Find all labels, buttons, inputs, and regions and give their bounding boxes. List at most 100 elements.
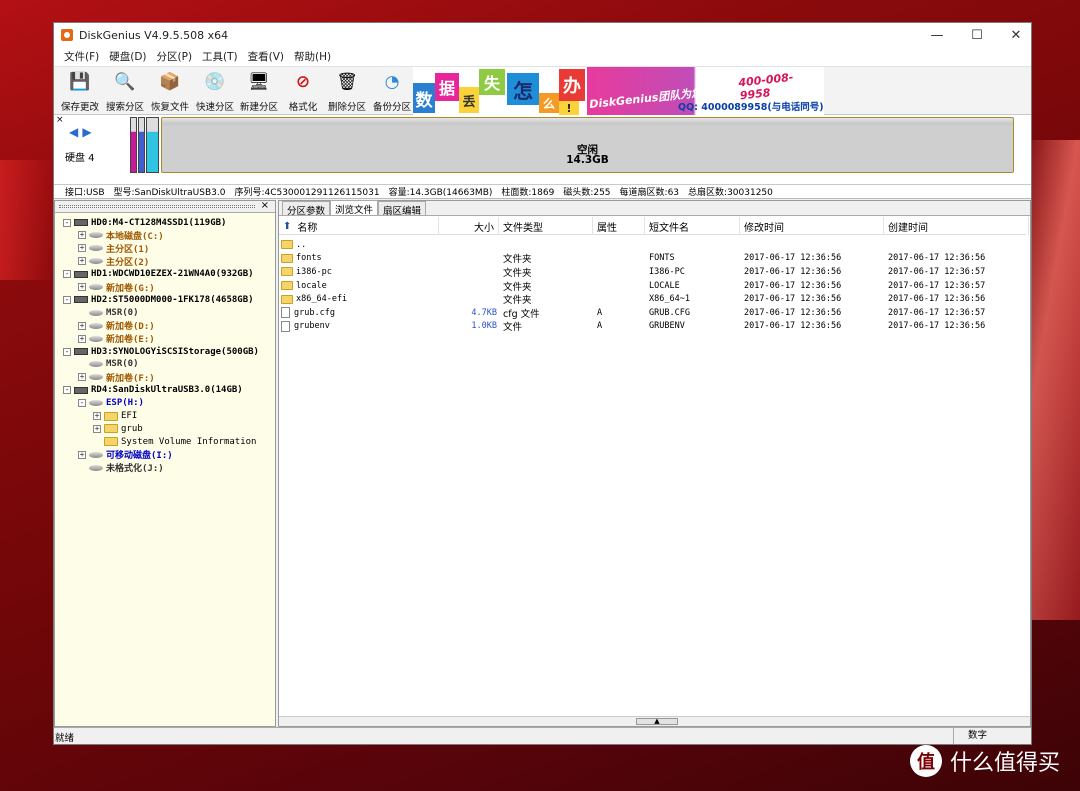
file-short-name [649, 238, 739, 252]
file-row[interactable]: x86_64-efi 文件夹 X86_64~1 2017-06-17 12:36:56… [279, 292, 1026, 306]
column-created[interactable]: 创建时间 [884, 217, 1029, 235]
column-type[interactable]: 文件类型 [499, 217, 593, 235]
menu-view[interactable]: 查看(V) [243, 49, 289, 64]
tree-node[interactable]: MSR(0) [78, 306, 139, 319]
expand-toggle-icon[interactable]: + [78, 373, 86, 382]
file-row[interactable]: .. [279, 238, 1026, 252]
tree-node[interactable]: System Volume Information [93, 435, 256, 448]
column-modified[interactable]: 修改时间 [740, 217, 884, 235]
tree-node[interactable]: + 可移动磁盘(I:) [78, 448, 173, 461]
expand-toggle-icon[interactable]: + [78, 283, 86, 291]
file-name-cell: fonts [281, 252, 439, 266]
file-row[interactable]: grub.cfg 4.7KB cfg 文件 A GRUB.CFG 2017-06-17 1… [279, 306, 1026, 320]
expand-toggle-icon[interactable]: + [78, 244, 86, 253]
expand-toggle-icon[interactable]: + [93, 424, 101, 433]
tree-close-icon[interactable]: × [261, 200, 269, 211]
tree-node[interactable]: - HD0:M4-CT128M4SSD1(119GB) [63, 216, 226, 229]
volume-icon [89, 400, 103, 407]
file-name: grubenv [294, 321, 330, 332]
horizontal-scrollbar[interactable]: ▲ [279, 716, 1030, 726]
tree-node[interactable]: 未格式化(J:) [78, 461, 164, 474]
disk-map-close-icon[interactable]: × [56, 115, 64, 125]
minimize-button[interactable]: — [916, 23, 958, 47]
menu-help[interactable]: 帮助(H) [289, 49, 336, 64]
file-row[interactable]: grubenv 1.0KB 文件 A GRUBENV 2017-06-17 12:36:5… [279, 320, 1026, 333]
banner-char-7: 办 [559, 69, 585, 101]
tree-node-label: 未格式化(J:) [106, 464, 164, 475]
quick-partition-button[interactable]: 💿 快速分区 [192, 69, 238, 114]
search-partition-button[interactable]: 🔍 搜索分区 [102, 69, 148, 114]
ad-banner[interactable]: 数 据 丢 失 怎 么 办 ! DiskGenius团队为您服务 400-008… [413, 67, 824, 115]
column-name[interactable]: ⬆ 名称 [279, 217, 439, 235]
column-attr[interactable]: 属性 [593, 217, 645, 235]
partition-bar-3[interactable] [146, 117, 159, 173]
hard-disk-icon [74, 348, 88, 355]
expand-toggle-icon[interactable]: - [63, 270, 71, 279]
partition-bar-1[interactable] [130, 117, 137, 173]
free-space-segment[interactable]: 空闲 14.3GB [161, 117, 1014, 173]
expand-toggle-icon[interactable]: + [78, 450, 86, 459]
file-row[interactable]: fonts 文件夹 FONTS 2017-06-17 12:36:56 2017-06-… [279, 252, 1026, 266]
info-total-sectors: 总扇区数:30031250 [688, 188, 773, 198]
diskgenius-window: DiskGenius V4.9.5.508 x64 — ☐ ✕ 文件(F) 硬盘… [53, 22, 1032, 745]
tree-node[interactable]: + 新加卷(E:) [78, 332, 155, 345]
file-name: fonts [296, 253, 322, 264]
file-row[interactable]: locale 文件夹 LOCALE 2017-06-17 12:36:56 2017-0… [279, 279, 1026, 293]
file-list-header: ⬆ 名称 大小 文件类型 属性 短文件名 修改时间 创建时间 [279, 217, 1029, 235]
expand-toggle-icon[interactable]: + [93, 412, 101, 420]
expand-toggle-icon[interactable]: - [63, 347, 71, 356]
delete-partition-button[interactable]: 🗑 删除分区 [324, 69, 370, 114]
expand-toggle-icon[interactable]: + [78, 334, 86, 343]
backup-partition-button[interactable]: ◔ 备份分区 [369, 69, 415, 114]
recover-files-button[interactable]: 📦 恢复文件 [147, 69, 193, 114]
disk-nav-arrows[interactable]: ◀ ▶ [69, 125, 92, 139]
scroll-thumb[interactable]: ▲ [636, 718, 678, 725]
new-partition-button[interactable]: 🖥 新建分区 [236, 69, 282, 114]
tab-browse-files[interactable]: 浏览文件 [330, 200, 379, 216]
tree-node[interactable]: + grub [93, 422, 143, 435]
volume-icon [89, 284, 103, 290]
tree-node[interactable]: MSR(0) [78, 358, 139, 371]
tree-node[interactable]: + EFI [93, 410, 137, 423]
tree-node[interactable]: - ESP(H:) [78, 397, 144, 410]
tree-node[interactable]: - HD1:WDCWD10EZEX-21WN4A0(932GB) [63, 268, 254, 281]
tab-partition-params[interactable]: 分区参数 [282, 201, 331, 217]
computer-icon: 🖥 [248, 72, 270, 92]
tree-node[interactable]: + 新加卷(F:) [78, 371, 155, 384]
expand-toggle-icon[interactable]: - [78, 399, 86, 408]
tree-node-label: 可移动磁盘(I:) [106, 451, 173, 462]
tree-node[interactable]: + 新加卷(G:) [78, 281, 155, 294]
file-attr: A [597, 321, 603, 332]
partition-bar-2[interactable] [138, 117, 145, 173]
file-row[interactable]: i386-pc 文件夹 I386-PC 2017-06-17 12:36:56 2017… [279, 265, 1026, 279]
expand-toggle-icon[interactable]: - [63, 218, 71, 227]
tree-node[interactable]: - HD2:ST5000DM000-1FK178(4658GB) [63, 293, 254, 306]
volume-icon [89, 309, 103, 316]
expand-toggle-icon[interactable]: + [78, 231, 86, 240]
tree-node[interactable]: + 本地磁盘(C:) [78, 229, 164, 242]
file-type: 文件夹 [503, 295, 532, 307]
column-size[interactable]: 大小 [439, 217, 499, 235]
tree-node-label: 主分区(1) [106, 244, 150, 255]
save-changes-button[interactable]: 💾 保存更改 [57, 69, 103, 114]
expand-toggle-icon[interactable]: + [78, 257, 86, 266]
tab-sector-edit[interactable]: 扇区编辑 [378, 201, 427, 217]
menu-tools[interactable]: 工具(T) [197, 49, 243, 64]
maximize-button[interactable]: ☐ [956, 23, 998, 47]
column-short-name[interactable]: 短文件名 [645, 217, 740, 235]
tree-node[interactable]: + 主分区(2) [78, 255, 149, 268]
expand-toggle-icon[interactable]: + [78, 321, 86, 330]
tree-node[interactable]: - RD4:SanDiskUltraUSB3.0(14GB) [63, 384, 243, 397]
tree-node[interactable]: + 新加卷(D:) [78, 319, 155, 332]
format-button[interactable]: ⊘ 格式化 [280, 69, 326, 114]
expand-toggle-icon[interactable]: - [63, 295, 71, 304]
menu-file[interactable]: 文件(F) [59, 49, 104, 64]
go-up-icon[interactable]: ⬆ [283, 221, 291, 232]
close-button[interactable]: ✕ [995, 23, 1031, 47]
menu-partition[interactable]: 分区(P) [152, 49, 198, 64]
tree-node[interactable]: + 主分区(1) [78, 242, 149, 255]
folder-icon [281, 267, 293, 277]
tree-node[interactable]: - HD3:SYNOLOGYiSCSIStorage(500GB) [63, 345, 259, 358]
menu-disk[interactable]: 硬盘(D) [104, 49, 151, 64]
expand-toggle-icon[interactable]: - [63, 386, 71, 395]
